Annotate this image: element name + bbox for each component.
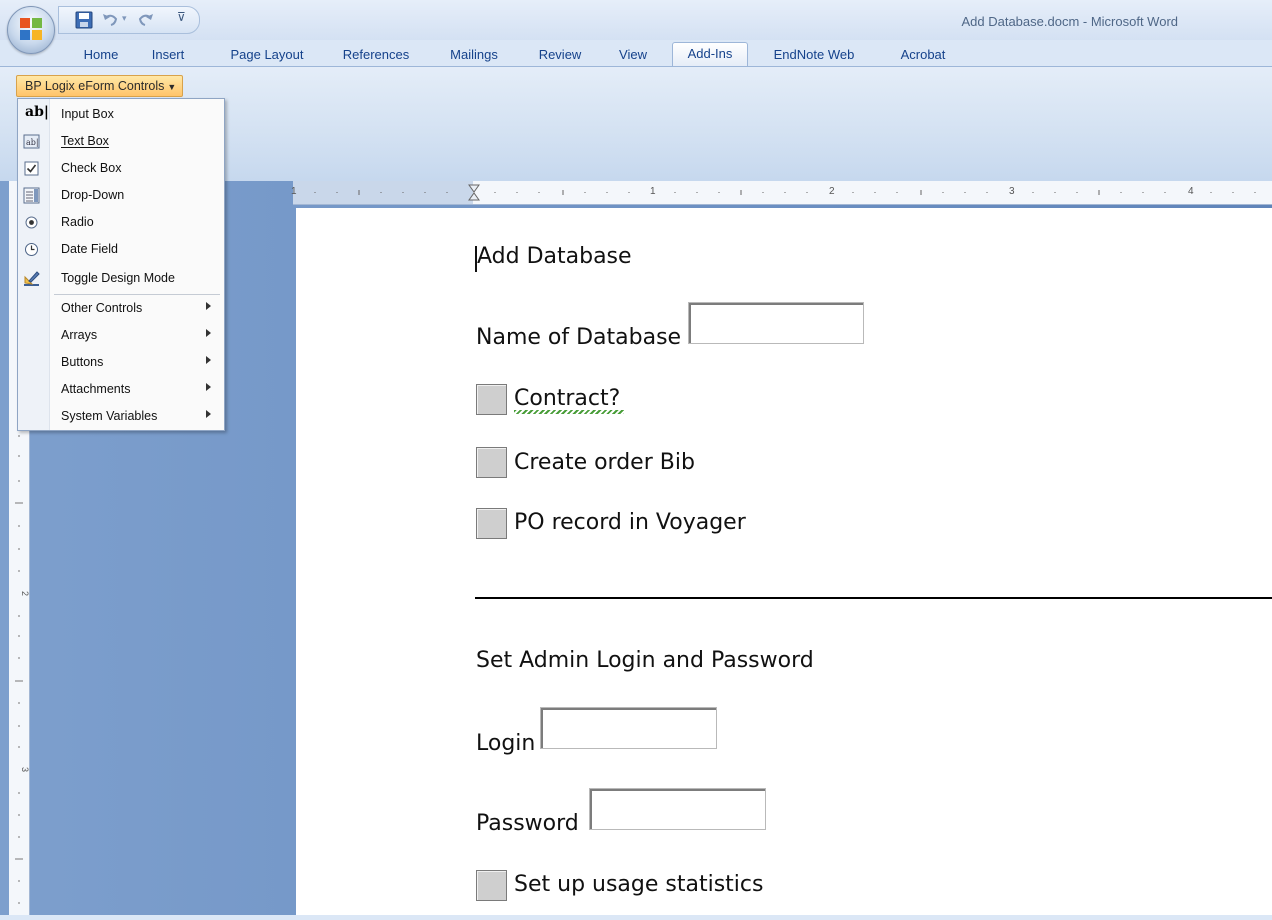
- spelling-squiggle: [514, 410, 624, 414]
- ruler-number: 4: [1188, 186, 1194, 197]
- input-box-icon: ab|: [25, 104, 49, 120]
- document-heading: Add Database: [477, 244, 632, 269]
- text-box-icon: ab|: [23, 134, 40, 149]
- menu-item-date-field[interactable]: Date Field: [18, 236, 224, 263]
- date-field-icon: [25, 243, 38, 256]
- create-order-bib-checkbox[interactable]: [476, 447, 507, 478]
- menu-item-input-box[interactable]: ab| Input Box: [18, 101, 224, 128]
- tab-insert[interactable]: Insert: [144, 44, 192, 66]
- menu-item-label: Other Controls: [61, 301, 143, 315]
- menu-item-buttons[interactable]: Buttons: [18, 349, 224, 376]
- menu-item-other-controls[interactable]: Other Controls: [18, 295, 224, 322]
- submenu-arrow-icon: [206, 302, 211, 310]
- redo-icon[interactable]: [137, 11, 155, 29]
- password-label: Password: [476, 811, 579, 836]
- svg-text:2: 2: [20, 591, 29, 596]
- menu-item-label: Radio: [61, 215, 94, 229]
- office-button-icon: [20, 18, 42, 40]
- bp-button-label: BP Logix eForm Controls: [25, 79, 165, 93]
- po-record-checkbox[interactable]: [476, 508, 507, 539]
- save-icon[interactable]: [75, 11, 93, 29]
- tab-acrobat[interactable]: Acrobat: [890, 44, 956, 66]
- ribbon-tabs: Home Insert Page Layout References Maili…: [0, 40, 1272, 67]
- svg-text:3: 3: [20, 767, 29, 772]
- login-input[interactable]: [540, 707, 717, 749]
- tab-add-ins[interactable]: Add-Ins: [672, 42, 748, 67]
- contract-label: Contract?: [514, 386, 621, 411]
- horizontal-ruler[interactable]: 1 1 2 3 4: [291, 181, 1272, 205]
- tab-endnote-web[interactable]: EndNote Web: [764, 44, 864, 66]
- eform-controls-menu: ab| Input Box ab| Text Box Check Box Dro…: [17, 98, 225, 431]
- tab-view[interactable]: View: [610, 44, 656, 66]
- drop-down-icon: [23, 187, 40, 204]
- menu-item-drop-down[interactable]: Drop-Down: [18, 182, 224, 209]
- ruler-number: 1: [291, 186, 297, 197]
- text-cursor: [475, 246, 477, 272]
- submenu-arrow-icon: [206, 383, 211, 391]
- horizontal-ruler-ticks: [293, 181, 1256, 204]
- tab-mailings[interactable]: Mailings: [440, 44, 508, 66]
- menu-item-label: Date Field: [61, 242, 118, 256]
- menu-item-system-variables[interactable]: System Variables: [18, 403, 224, 430]
- contract-checkbox[interactable]: [476, 384, 507, 415]
- usage-statistics-label: Set up usage statistics: [514, 872, 764, 897]
- name-of-database-label: Name of Database: [476, 325, 682, 350]
- menu-item-label: Toggle Design Mode: [61, 271, 175, 285]
- menu-item-label: Check Box: [61, 161, 122, 175]
- ruler-number: 2: [829, 186, 835, 197]
- tab-page-layout[interactable]: Page Layout: [222, 44, 312, 66]
- menu-item-label: Buttons: [61, 355, 104, 369]
- submenu-arrow-icon: [206, 356, 211, 364]
- menu-item-attachments[interactable]: Attachments: [18, 376, 224, 403]
- menu-item-label: System Variables: [61, 409, 158, 423]
- radio-icon: [25, 216, 38, 229]
- menu-item-label: Attachments: [61, 382, 131, 396]
- customize-qat-icon[interactable]: ⊽: [177, 10, 186, 24]
- menu-item-arrays[interactable]: Arrays: [18, 322, 224, 349]
- menu-item-label: Text Box: [61, 134, 109, 148]
- quick-access-toolbar: ▾ ⊽: [58, 6, 200, 34]
- window-title: Add Database.docm - Microsoft Word: [961, 14, 1178, 29]
- undo-icon[interactable]: [101, 11, 119, 29]
- chevron-down-icon: ▼: [167, 82, 177, 92]
- title-bar: ▾ ⊽ Add Database.docm - Microsoft Word: [0, 0, 1272, 40]
- office-button[interactable]: [7, 6, 55, 54]
- svg-text:ab|: ab|: [26, 138, 39, 147]
- tab-home[interactable]: Home: [76, 44, 126, 66]
- po-record-label: PO record in Voyager: [514, 510, 746, 535]
- menu-item-label: Arrays: [61, 328, 98, 342]
- usage-statistics-checkbox[interactable]: [476, 870, 507, 901]
- admin-heading: Set Admin Login and Password: [476, 648, 814, 673]
- menu-item-label: Input Box: [61, 107, 114, 121]
- tab-references[interactable]: References: [334, 44, 418, 66]
- submenu-arrow-icon: [206, 329, 211, 337]
- undo-dropdown-icon[interactable]: ▾: [122, 13, 127, 24]
- check-box-icon: [24, 161, 39, 176]
- menu-item-label: Drop-Down: [61, 188, 125, 202]
- create-order-bib-label: Create order Bib: [514, 450, 695, 475]
- horizontal-rule: [475, 597, 1272, 599]
- name-of-database-input[interactable]: [688, 302, 864, 344]
- ruler-number: 1: [650, 186, 656, 197]
- menu-item-check-box[interactable]: Check Box: [18, 155, 224, 182]
- menu-item-toggle-design-mode[interactable]: Toggle Design Mode: [18, 265, 224, 292]
- design-mode-icon: [24, 271, 40, 286]
- ruler-number: 3: [1009, 186, 1015, 197]
- submenu-arrow-icon: [206, 410, 211, 418]
- password-input[interactable]: [589, 788, 766, 830]
- menu-item-radio[interactable]: Radio: [18, 209, 224, 236]
- login-label: Login: [476, 731, 536, 756]
- menu-item-text-box[interactable]: ab| Text Box: [18, 128, 224, 155]
- tab-review[interactable]: Review: [530, 44, 590, 66]
- bp-logix-eform-controls-button[interactable]: BP Logix eForm Controls ▼: [16, 75, 184, 97]
